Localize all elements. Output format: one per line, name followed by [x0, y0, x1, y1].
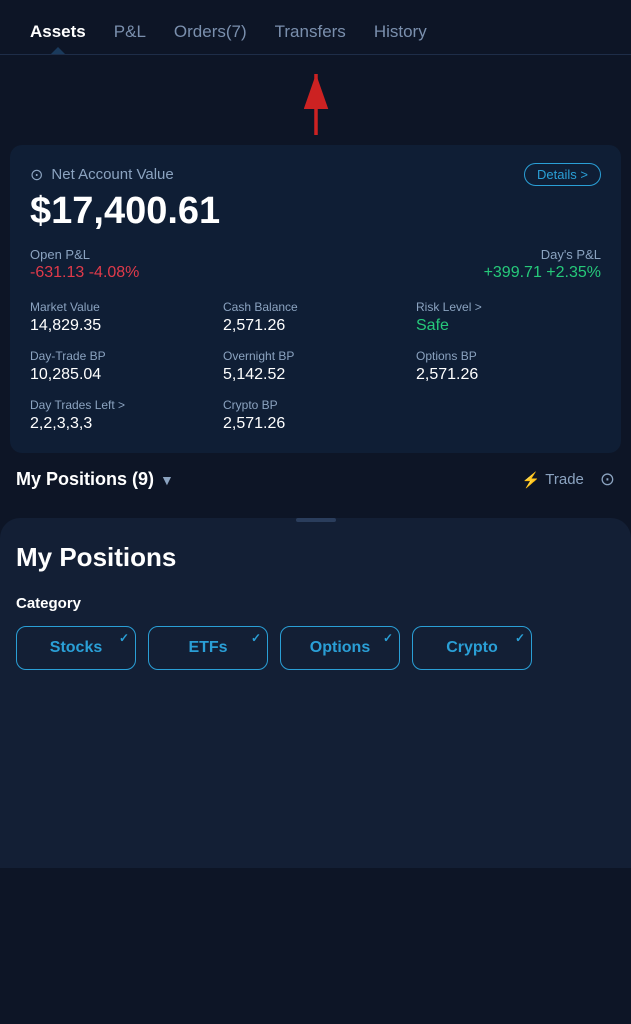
stat-day-trades-left[interactable]: Day Trades Left > 2,2,3,3,3	[30, 398, 215, 433]
positions-title[interactable]: My Positions (9) ▼	[16, 469, 174, 490]
days-pnl-value: +399.71 +2.35%	[484, 264, 601, 282]
options-bp-amount: 2,571.26	[416, 366, 601, 384]
pnl-row: Open P&L -631.13 -4.08% Day's P&L +399.7…	[30, 247, 601, 282]
positions-header: My Positions (9) ▼ ⚡ Trade ⊙	[0, 453, 631, 506]
positions-title-text: My Positions (9)	[16, 469, 154, 490]
market-value-label: Market Value	[30, 300, 215, 314]
stat-market-value: Market Value 14,829.35	[30, 300, 215, 335]
stocks-checkmark: ✓	[119, 631, 129, 645]
risk-level-value: Safe	[416, 317, 601, 335]
settings-icon[interactable]: ⊙	[600, 469, 615, 490]
nav-pnl[interactable]: P&L	[100, 14, 160, 54]
open-pnl-label: Open P&L	[30, 247, 139, 262]
account-value: $17,400.61	[30, 190, 601, 233]
account-card: ⊙ Net Account Value Details > $17,400.61…	[10, 145, 621, 453]
options-checkmark: ✓	[383, 631, 393, 645]
nav-history[interactable]: History	[360, 14, 441, 54]
days-pnl: Day's P&L +399.71 +2.35%	[484, 247, 601, 282]
stat-options-bp: Options BP 2,571.26	[416, 349, 601, 384]
nav-transfers[interactable]: Transfers	[261, 14, 360, 54]
risk-level-label: Risk Level >	[416, 300, 601, 314]
overnight-bp-amount: 5,142.52	[223, 366, 408, 384]
cash-balance-label: Cash Balance	[223, 300, 408, 314]
stats-grid: Market Value 14,829.35 Cash Balance 2,57…	[30, 300, 601, 433]
stat-day-trade-bp: Day-Trade BP 10,285.04	[30, 349, 215, 384]
crypto-bp-label: Crypto BP	[223, 398, 408, 412]
red-arrow-icon	[276, 60, 356, 140]
category-label: Category	[16, 595, 615, 612]
category-etfs-button[interactable]: ETFs ✓	[148, 626, 268, 670]
overnight-bp-label: Overnight BP	[223, 349, 408, 363]
trade-button[interactable]: ⚡ Trade	[522, 471, 584, 489]
day-trades-left-value: 2,2,3,3,3	[30, 415, 215, 433]
stat-overnight-bp: Overnight BP 5,142.52	[223, 349, 408, 384]
chevron-down-icon: ▼	[160, 472, 174, 488]
stat-cash-balance: Cash Balance 2,571.26	[223, 300, 408, 335]
trade-label: Trade	[545, 471, 584, 488]
lightning-icon: ⚡	[522, 471, 541, 489]
market-value-amount: 14,829.35	[30, 317, 215, 335]
category-crypto-button[interactable]: Crypto ✓	[412, 626, 532, 670]
arrow-annotation	[0, 55, 631, 145]
crypto-checkmark: ✓	[515, 631, 525, 645]
eye-icon: ⊙	[30, 165, 43, 185]
day-trade-bp-label: Day-Trade BP	[30, 349, 215, 363]
nav-orders[interactable]: Orders(7)	[160, 14, 261, 54]
positions-actions: ⚡ Trade ⊙	[522, 469, 615, 490]
category-options-button[interactable]: Options ✓	[280, 626, 400, 670]
options-bp-label: Options BP	[416, 349, 601, 363]
etfs-checkmark: ✓	[251, 631, 261, 645]
net-account-label-text: Net Account Value	[51, 166, 173, 183]
cash-balance-amount: 2,571.26	[223, 317, 408, 335]
panel-title: My Positions	[16, 542, 615, 573]
day-trade-bp-amount: 10,285.04	[30, 366, 215, 384]
open-pnl: Open P&L -631.13 -4.08%	[30, 247, 139, 282]
details-button[interactable]: Details >	[524, 163, 601, 186]
drag-handle[interactable]	[296, 518, 336, 522]
stat-crypto-bp: Crypto BP 2,571.26	[223, 398, 408, 433]
days-pnl-label: Day's P&L	[484, 247, 601, 262]
bottom-panel: My Positions Category Stocks ✓ ETFs ✓ Op…	[0, 518, 631, 868]
net-account-label-left: ⊙ Net Account Value	[30, 165, 174, 185]
day-trades-left-label: Day Trades Left >	[30, 398, 215, 412]
category-buttons: Stocks ✓ ETFs ✓ Options ✓ Crypto ✓	[16, 626, 615, 670]
nav-assets[interactable]: Assets	[16, 14, 100, 54]
open-pnl-value: -631.13 -4.08%	[30, 264, 139, 282]
top-nav: Assets P&L Orders(7) Transfers History	[0, 0, 631, 55]
category-stocks-button[interactable]: Stocks ✓	[16, 626, 136, 670]
crypto-bp-amount: 2,571.26	[223, 415, 408, 433]
stat-risk-level[interactable]: Risk Level > Safe	[416, 300, 601, 335]
net-account-header: ⊙ Net Account Value Details >	[30, 163, 601, 186]
